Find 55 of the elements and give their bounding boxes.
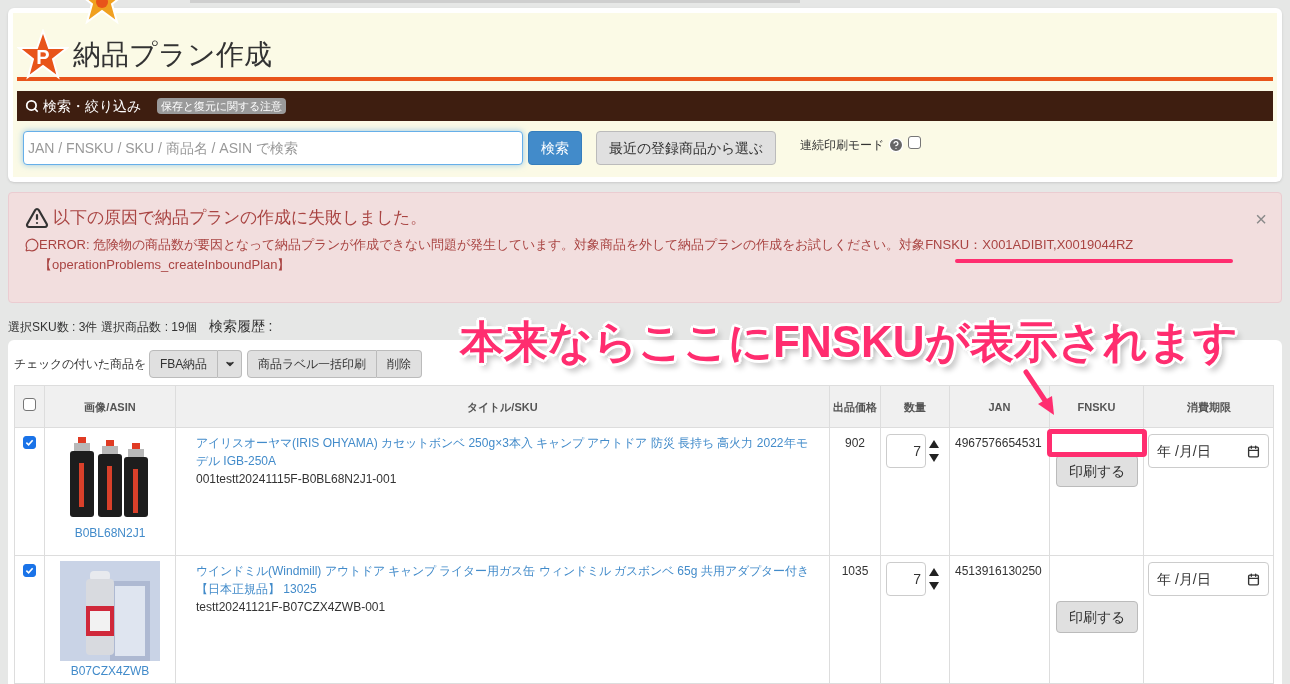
annotation-text: 本来ならここにFNSKUが表示されます [460, 316, 1238, 368]
item-count: 選択商品数 : 19個 [101, 319, 197, 336]
print-button[interactable]: 印刷する [1055, 601, 1138, 633]
column-header: FNSKU [1077, 400, 1116, 413]
fba-button[interactable]: FBA納品 [149, 350, 219, 378]
error-code: 【operationProblems_createInboundPlan】 [39, 256, 291, 272]
asin-link[interactable]: B07CZX4ZWB [70, 662, 150, 680]
date-field[interactable]: 年 /月/日 [1148, 562, 1269, 596]
search-history-label: 検索履歴 : [208, 317, 273, 336]
column-header: 数量 [904, 400, 926, 413]
price-text: 902 [845, 436, 865, 450]
date-field[interactable]: 年 /月/日 [1148, 434, 1269, 468]
asin-link[interactable]: B0BL68N2J1 [74, 524, 146, 542]
product-title-link[interactable]: アイリスオーヤマ(IRIS OHYAMA) カセットボンベ 250g×3本入 キャンプ アウトドア 防災 長持ち 高火力 2022年モデル IGB-250A [196, 434, 809, 470]
quantity-field[interactable]: 7 [886, 562, 926, 596]
select-all-checkbox[interactable] [23, 397, 36, 411]
dropdown-button[interactable] [218, 350, 243, 378]
continuous-print-label: 連続印刷モード [800, 137, 884, 154]
continuous-print-checkbox[interactable] [908, 136, 921, 149]
target-fnsku: 対象FNSKU：X001ADIBIT,X0019044RZ [899, 236, 1134, 252]
column-header: 出品価格 [833, 400, 877, 413]
comment-icon [25, 237, 39, 252]
column-header: JAN [988, 400, 1011, 413]
search-button[interactable]: 検索 [528, 131, 582, 165]
row-checkbox[interactable] [23, 436, 36, 449]
search-field[interactable]: JAN / FNSKU / SKU / 商品名 / ASIN で検索 [23, 131, 523, 165]
help-icon[interactable] [888, 137, 904, 153]
sku-count: 選択SKU数 : 3件 [8, 319, 98, 336]
logo-icon: P [17, 29, 69, 81]
column-header: タイトル/SKU [467, 400, 538, 413]
search-heading: 検索・絞り込み [43, 96, 141, 116]
delete-button[interactable]: 削除 [377, 350, 423, 378]
column-header: 消費期限 [1186, 400, 1231, 413]
stepper-icon[interactable] [929, 566, 939, 592]
page-title: 納品プラン作成 [73, 38, 272, 72]
quantity-field[interactable]: 7 [886, 434, 926, 468]
warning-icon [25, 205, 49, 230]
stepper-icon[interactable] [929, 438, 939, 464]
error-title: 以下の原因で納品プランの作成に失敗しました。 [53, 207, 427, 229]
search-icon [25, 99, 39, 113]
column-header: 画像/ASIN [84, 400, 136, 413]
jan-text: 4513916130250 [955, 564, 1042, 578]
jan-text: 4967576654531 [955, 436, 1042, 450]
recent-items-button[interactable]: 最近の登録商品から選ぶ [596, 131, 776, 165]
bulk-action-label: チェックの付いた商品を [14, 356, 146, 373]
print-button[interactable]: 印刷する [1055, 455, 1138, 487]
sku-text: testt20241121F-B07CZX4ZWB-001 [196, 600, 386, 614]
row-checkbox[interactable] [23, 564, 36, 577]
error-message: ERROR: 危険物の商品数が要因となって納品プランが作成できない問題が発生しています。対象商品を外して納品プランの作成をお試しください。 [39, 236, 900, 252]
calendar-icon[interactable] [1247, 444, 1260, 458]
product-title-link[interactable]: ウインドミル(Windmill) アウトドア キャンプ ライター用ガス缶 ウィンドミル ガスボンベ 65g 共用アダプター付き【日本正規品】 13025 [196, 562, 809, 598]
price-text: 1035 [841, 564, 869, 578]
label-print-button[interactable]: 商品ラベル一括印刷 [247, 350, 378, 378]
calendar-icon[interactable] [1247, 572, 1260, 586]
sku-text: 001testt20241115F-B0BL68N2J1-001 [196, 472, 397, 486]
